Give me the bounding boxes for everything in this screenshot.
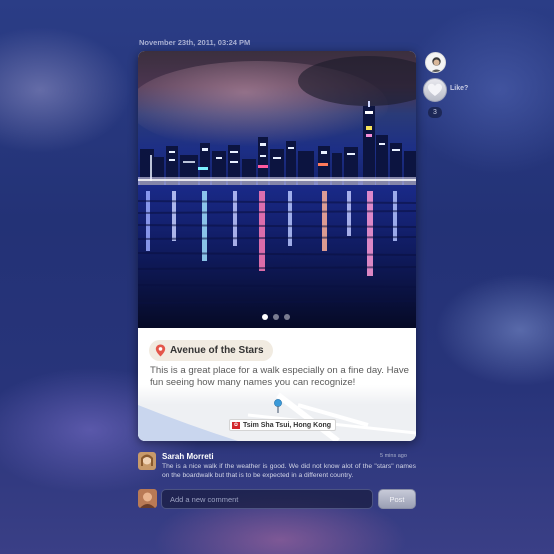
comment-input[interactable] [161, 489, 373, 509]
post-timestamp: November 23th, 2011, 03:24 PM [139, 38, 251, 47]
carousel-dot-1[interactable] [262, 314, 268, 320]
commenter-avatar[interactable] [138, 452, 156, 470]
pin-icon [155, 344, 166, 357]
location-name: Tsim Sha Tsui, Hong Kong [243, 421, 332, 429]
carousel-dot-3[interactable] [284, 314, 290, 320]
comment-text: The is a nice walk if the weather is goo… [162, 463, 416, 479]
carousel-dot-2[interactable] [273, 314, 279, 320]
post-photo[interactable] [138, 51, 416, 328]
place-name: Avenue of the Stars [170, 345, 264, 356]
current-user-portrait [138, 489, 157, 508]
comment-author[interactable]: Sarah Morreti [162, 452, 214, 461]
carousel-indicator [262, 314, 290, 320]
like-button[interactable] [423, 78, 447, 102]
location-tag[interactable]: ✿ Tsim Sha Tsui, Hong Kong [229, 419, 337, 431]
location-map[interactable] [138, 385, 416, 441]
current-user-avatar [138, 489, 157, 508]
like-label[interactable]: Like? [450, 85, 468, 92]
post-description: This is a great place for a walk especia… [150, 365, 409, 388]
author-avatar[interactable] [425, 52, 446, 73]
like-count: 3 [428, 107, 442, 118]
map-pin-icon [274, 399, 282, 413]
commenter-portrait [138, 452, 156, 470]
comment-time: 5 mins ago [380, 453, 407, 459]
place-tag[interactable]: Avenue of the Stars [149, 340, 273, 361]
flag-icon: ✿ [232, 421, 240, 429]
post-button[interactable]: Post [378, 489, 416, 509]
author-portrait [430, 57, 443, 72]
post-card: Avenue of the Stars This is a great plac… [138, 51, 416, 441]
heart-icon [428, 83, 442, 96]
